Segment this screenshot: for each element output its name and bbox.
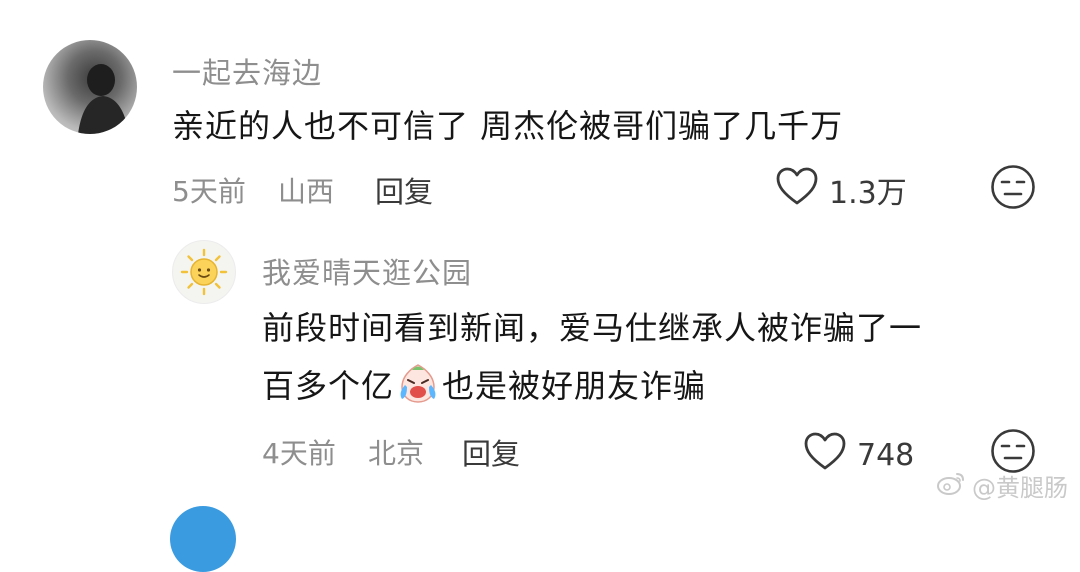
reply-button[interactable]: 回复 bbox=[375, 169, 433, 211]
avatar[interactable] bbox=[170, 506, 236, 572]
comment-text-line-1: 前段时间看到新闻，爱马仕继承人被诈骗了一 bbox=[262, 309, 923, 347]
like-button[interactable]: 1.3万 bbox=[775, 166, 907, 214]
comment-time: 5天前 bbox=[172, 175, 246, 208]
watermark: @黄腿肠 bbox=[936, 468, 1068, 503]
username[interactable]: 我爱晴天逛公园 bbox=[262, 250, 472, 292]
comment-time: 4天前 bbox=[262, 437, 336, 470]
avatar[interactable] bbox=[172, 240, 236, 304]
reply-button[interactable]: 回复 bbox=[462, 431, 520, 473]
like-count: 1.3万 bbox=[829, 176, 907, 211]
comment-text-line-2: 百多个亿 也是被好朋友诈骗 bbox=[262, 360, 706, 420]
weibo-logo-icon bbox=[936, 470, 966, 502]
like-button[interactable]: 748 bbox=[803, 431, 914, 479]
like-count: 748 bbox=[857, 437, 915, 473]
comment-location: 北京 bbox=[368, 437, 425, 470]
watermark-text: @黄腿肠 bbox=[972, 474, 1068, 502]
comment-location: 山西 bbox=[278, 175, 335, 208]
username[interactable]: 一起去海边 bbox=[172, 50, 322, 92]
avatar[interactable] bbox=[43, 40, 137, 134]
comment-text-before-emoji: 百多个亿 bbox=[262, 367, 395, 405]
comment-text-after-emoji: 也是被好朋友诈骗 bbox=[442, 367, 707, 405]
heart-icon bbox=[775, 166, 819, 214]
comment-text: 亲近的人也不可信了 周杰伦被哥们骗了几千万 bbox=[172, 107, 844, 145]
neutral-face-icon[interactable] bbox=[990, 164, 1036, 214]
crying-emoji-icon bbox=[396, 361, 440, 420]
heart-icon bbox=[803, 431, 847, 479]
